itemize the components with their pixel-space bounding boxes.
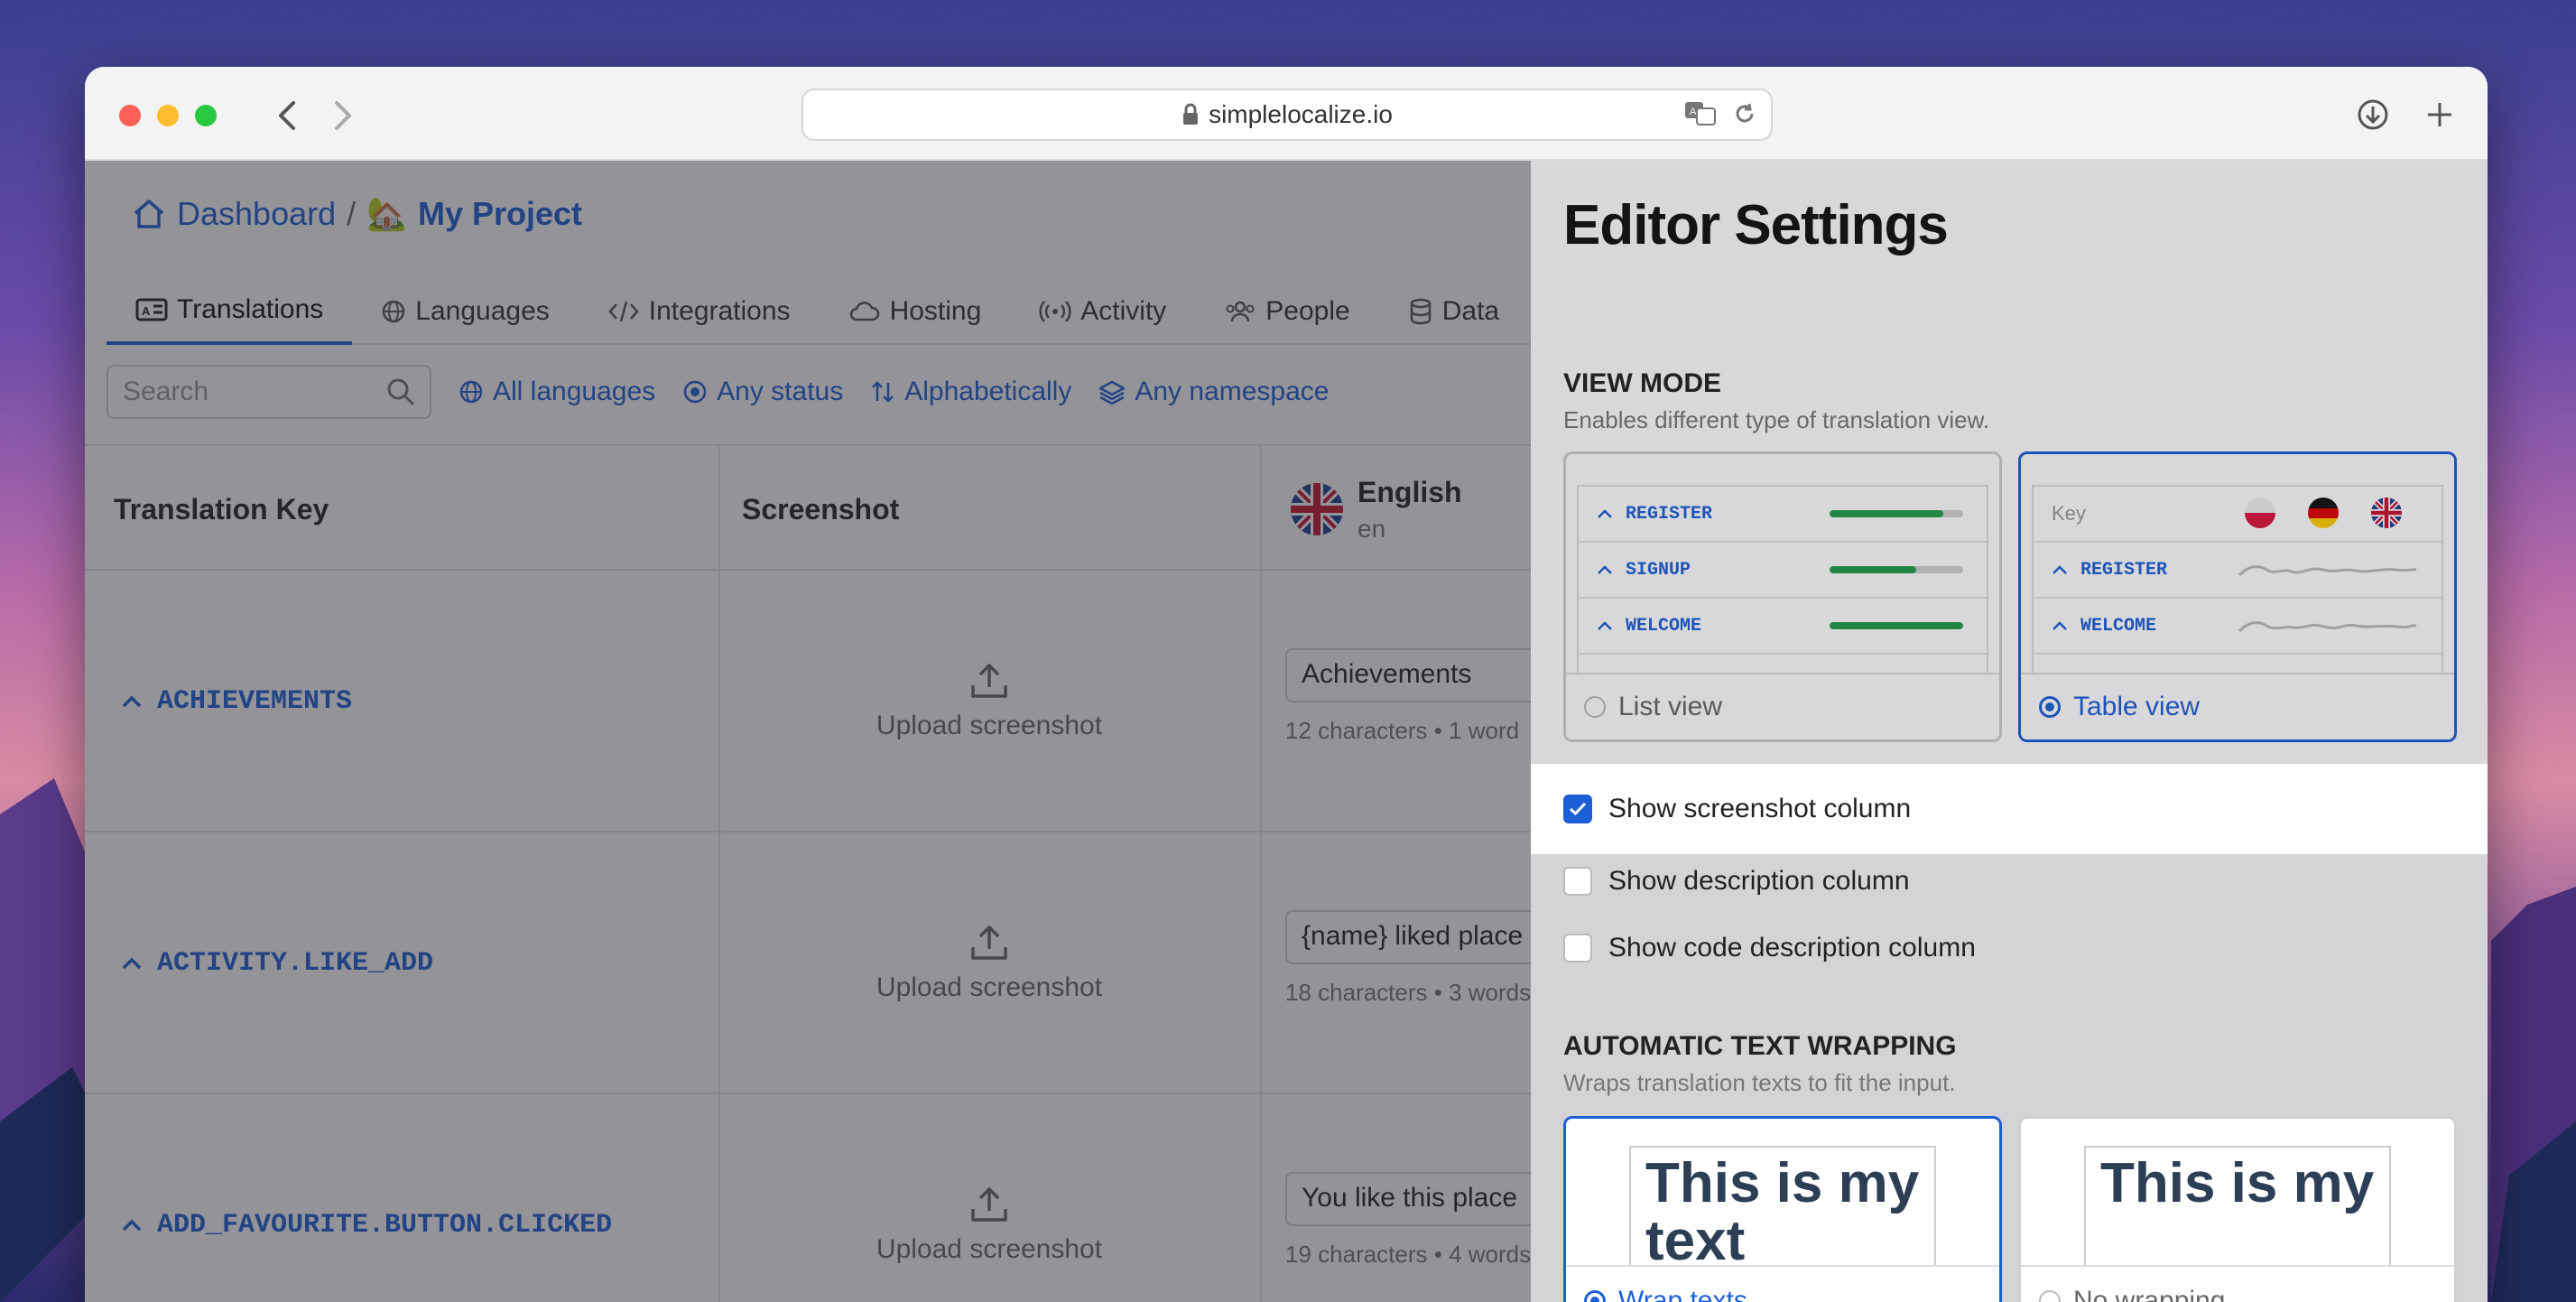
- show-screenshot-column-label: Show screenshot column: [1608, 794, 1912, 823]
- progress-bar: [1830, 510, 1963, 517]
- table-view-radio[interactable]: [2039, 696, 2061, 718]
- text-placeholder-squiggle: [2238, 565, 2417, 577]
- progress-fill: [1830, 510, 1943, 517]
- germany-flag-icon: [2308, 498, 2339, 528]
- show-description-column-label: Show description column: [1608, 866, 1910, 896]
- progress-fill: [1830, 622, 1963, 629]
- minimize-window-button[interactable]: [157, 105, 179, 126]
- preview-key: REGISTER: [1626, 503, 1713, 525]
- progress-bar: [1830, 566, 1963, 573]
- show-code-description-column-option[interactable]: Show code description column: [1531, 903, 2488, 993]
- progress-fill: [1830, 566, 1917, 573]
- list-view-option[interactable]: REGISTER SIGNUP WELCOME List view: [1563, 451, 2002, 742]
- modal-backdrop[interactable]: [85, 161, 1531, 1302]
- show-code-description-column-checkbox[interactable]: [1563, 934, 1592, 963]
- preview-key: WELCOME: [2080, 615, 2157, 637]
- wrapping-description: Wraps translation texts to fit the input…: [1563, 1069, 1956, 1096]
- preview-header-row: Key: [2034, 487, 2442, 543]
- preview-row: WELCOME: [2034, 599, 2442, 655]
- wrap-preview-text: This is my text: [1629, 1146, 1936, 1272]
- preview-row: SIGNUP: [1579, 543, 1987, 599]
- wrap-texts-option[interactable]: This is my text Wrap texts: [1563, 1116, 2002, 1302]
- panel-title: Editor Settings: [1563, 194, 1949, 256]
- show-screenshot-column-option[interactable]: Show screenshot column: [1531, 764, 2488, 854]
- plus-icon: [2428, 103, 2451, 126]
- progress-bar: [1830, 622, 1963, 629]
- table-view-preview: Key REGISTER WELCOME: [2032, 485, 2443, 673]
- show-description-column-checkbox[interactable]: [1563, 867, 1592, 896]
- show-screenshot-column-checkbox[interactable]: [1563, 795, 1592, 823]
- table-view-footer: Table view: [2021, 673, 2454, 739]
- list-view-label: List view: [1618, 692, 1723, 721]
- chevron-up-icon: [2052, 621, 2067, 630]
- no-wrapping-radio[interactable]: [2039, 1290, 2061, 1302]
- list-view-footer: List view: [1566, 673, 1999, 739]
- preview-row: REGISTER: [1579, 487, 1987, 543]
- forward-button[interactable]: [321, 94, 365, 137]
- wrapping-title: AUTOMATIC TEXT WRAPPING: [1563, 1031, 1957, 1061]
- chevron-up-icon: [1598, 509, 1612, 518]
- view-mode-title: VIEW MODE: [1563, 368, 1722, 398]
- chevron-up-icon: [1598, 565, 1612, 574]
- poland-flag-icon: [2245, 498, 2275, 528]
- preview-row: REGISTER: [2034, 543, 2442, 599]
- wrap-texts-footer: Wrap texts: [1566, 1265, 1999, 1302]
- back-button[interactable]: [265, 94, 309, 137]
- preview-row: WELCOME: [1579, 599, 1987, 655]
- address-bar[interactable]: simplelocalize.io A: [802, 88, 1773, 141]
- preview-key: WELCOME: [1626, 615, 1702, 637]
- close-window-button[interactable]: [119, 105, 141, 126]
- svg-text:A: A: [1690, 107, 1697, 117]
- url-text: simplelocalize.io: [1209, 100, 1393, 128]
- list-view-radio[interactable]: [1584, 696, 1606, 718]
- text-placeholder-squiggle: [2238, 621, 2417, 633]
- list-view-preview: REGISTER SIGNUP WELCOME: [1577, 485, 1988, 673]
- page-content: Dashboard / 🏡 My Project A Translations …: [85, 161, 2488, 1302]
- browser-titlebar: simplelocalize.io A: [85, 67, 2488, 161]
- no-wrapping-footer: No wrapping: [2021, 1265, 2454, 1302]
- nowrap-preview-text: This is my text: [2084, 1146, 2391, 1272]
- preview-key: REGISTER: [2080, 559, 2168, 581]
- chevron-right-icon: [335, 101, 351, 130]
- preview-header-key: Key: [2052, 502, 2086, 525]
- download-icon: [2358, 99, 2388, 130]
- browser-window: simplelocalize.io A Dashboard / 🏡 My Pro…: [85, 67, 2488, 1302]
- new-tab-button[interactable]: [2417, 92, 2462, 137]
- show-code-description-column-label: Show code description column: [1608, 933, 1976, 963]
- no-wrapping-label: No wrapping: [2073, 1286, 2226, 1302]
- view-mode-description: Enables different type of translation vi…: [1563, 406, 1990, 433]
- reload-icon[interactable]: [1733, 102, 1756, 126]
- no-wrapping-option[interactable]: This is my text No wrapping: [2018, 1116, 2457, 1302]
- translate-icon[interactable]: A: [1684, 101, 1717, 126]
- chevron-up-icon: [1598, 621, 1612, 630]
- chevron-left-icon: [279, 101, 295, 130]
- chevron-up-icon: [2052, 565, 2067, 574]
- wrap-texts-radio[interactable]: [1584, 1290, 1606, 1302]
- uk-flag-icon: [2371, 498, 2402, 528]
- preview-key: SIGNUP: [1626, 559, 1691, 581]
- table-view-option[interactable]: Key REGISTER WELCOME Table view: [2018, 451, 2457, 742]
- wrapping-section: AUTOMATIC TEXT WRAPPING Wraps translatio…: [1531, 993, 2488, 1302]
- maximize-window-button[interactable]: [195, 105, 217, 126]
- wrap-texts-label: Wrap texts: [1618, 1286, 1747, 1302]
- checkmark-icon: [1569, 802, 1587, 816]
- table-view-label: Table view: [2073, 692, 2201, 721]
- downloads-button[interactable]: [2350, 92, 2395, 137]
- lock-icon: [1183, 103, 1199, 125]
